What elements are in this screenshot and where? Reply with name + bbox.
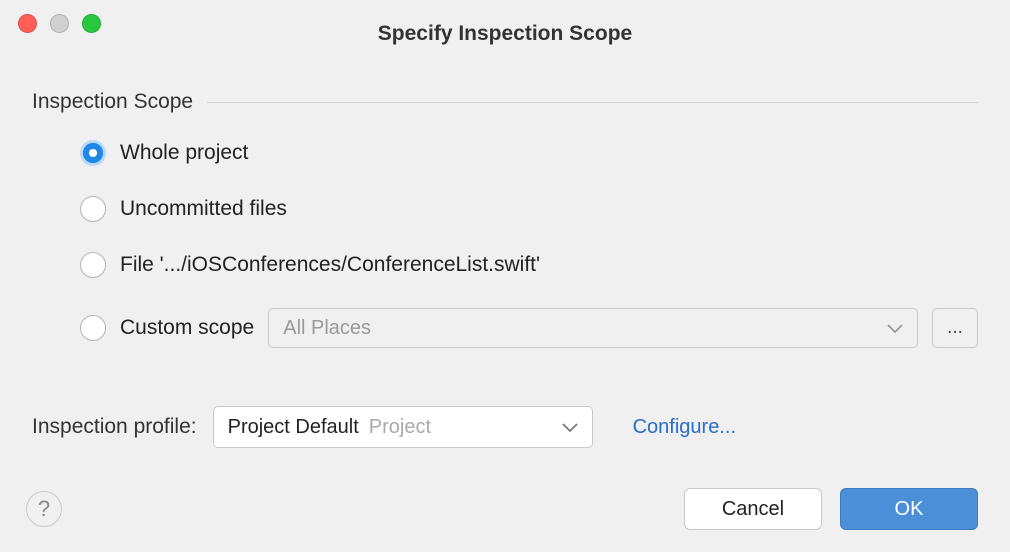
custom-scope-dropdown[interactable]: All Places — [268, 308, 918, 348]
help-icon: ? — [38, 496, 50, 522]
chevron-down-icon — [562, 417, 578, 438]
chevron-down-icon — [887, 318, 903, 339]
ellipsis-icon: ... — [947, 317, 963, 339]
section-label: Inspection Scope — [32, 90, 193, 114]
ok-button[interactable]: OK — [840, 488, 978, 530]
radio-label-uncommitted: Uncommitted files — [120, 197, 287, 221]
radio-uncommitted[interactable] — [80, 196, 106, 222]
help-button[interactable]: ? — [26, 491, 62, 527]
profile-value-sub: Project — [369, 416, 431, 439]
inspection-profile-label: Inspection profile: — [32, 415, 197, 439]
section-header: Inspection Scope — [32, 90, 978, 114]
radio-row-uncommitted[interactable]: Uncommitted files — [80, 196, 978, 222]
configure-link[interactable]: Configure... — [633, 416, 736, 439]
radio-label-file: File '.../iOSConferences/ConferenceList.… — [120, 253, 540, 277]
profile-value-main: Project Default — [228, 416, 359, 439]
custom-scope-browse-button[interactable]: ... — [932, 308, 978, 348]
ok-button-label: OK — [895, 498, 924, 521]
inspection-profile-dropdown[interactable]: Project Default Project — [213, 406, 593, 448]
title-bar: Specify Inspection Scope — [0, 0, 1010, 44]
dialog-window: Specify Inspection Scope Inspection Scop… — [0, 0, 1010, 552]
radio-custom-scope[interactable] — [80, 315, 106, 341]
dialog-content: Inspection Scope Whole project Uncommitt… — [0, 44, 1010, 448]
inspection-profile-row: Inspection profile: Project Default Proj… — [32, 406, 978, 448]
custom-scope-dropdown-value: All Places — [283, 317, 371, 340]
radio-file[interactable] — [80, 252, 106, 278]
scope-radio-group: Whole project Uncommitted files File '..… — [32, 140, 978, 348]
radio-whole-project[interactable] — [80, 140, 106, 166]
section-divider — [207, 102, 978, 103]
window-title: Specify Inspection Scope — [0, 22, 1010, 46]
cancel-button-label: Cancel — [722, 498, 784, 521]
radio-row-custom-scope: Custom scope All Places ... — [80, 308, 978, 348]
radio-label-whole-project: Whole project — [120, 141, 248, 165]
inspection-profile-value: Project Default Project — [228, 416, 431, 439]
radio-row-whole-project[interactable]: Whole project — [80, 140, 978, 166]
radio-row-file[interactable]: File '.../iOSConferences/ConferenceList.… — [80, 252, 978, 278]
footer-buttons: Cancel OK — [684, 488, 978, 530]
radio-label-custom-scope: Custom scope — [120, 316, 254, 340]
dialog-footer: ? Cancel OK — [26, 488, 978, 530]
cancel-button[interactable]: Cancel — [684, 488, 822, 530]
